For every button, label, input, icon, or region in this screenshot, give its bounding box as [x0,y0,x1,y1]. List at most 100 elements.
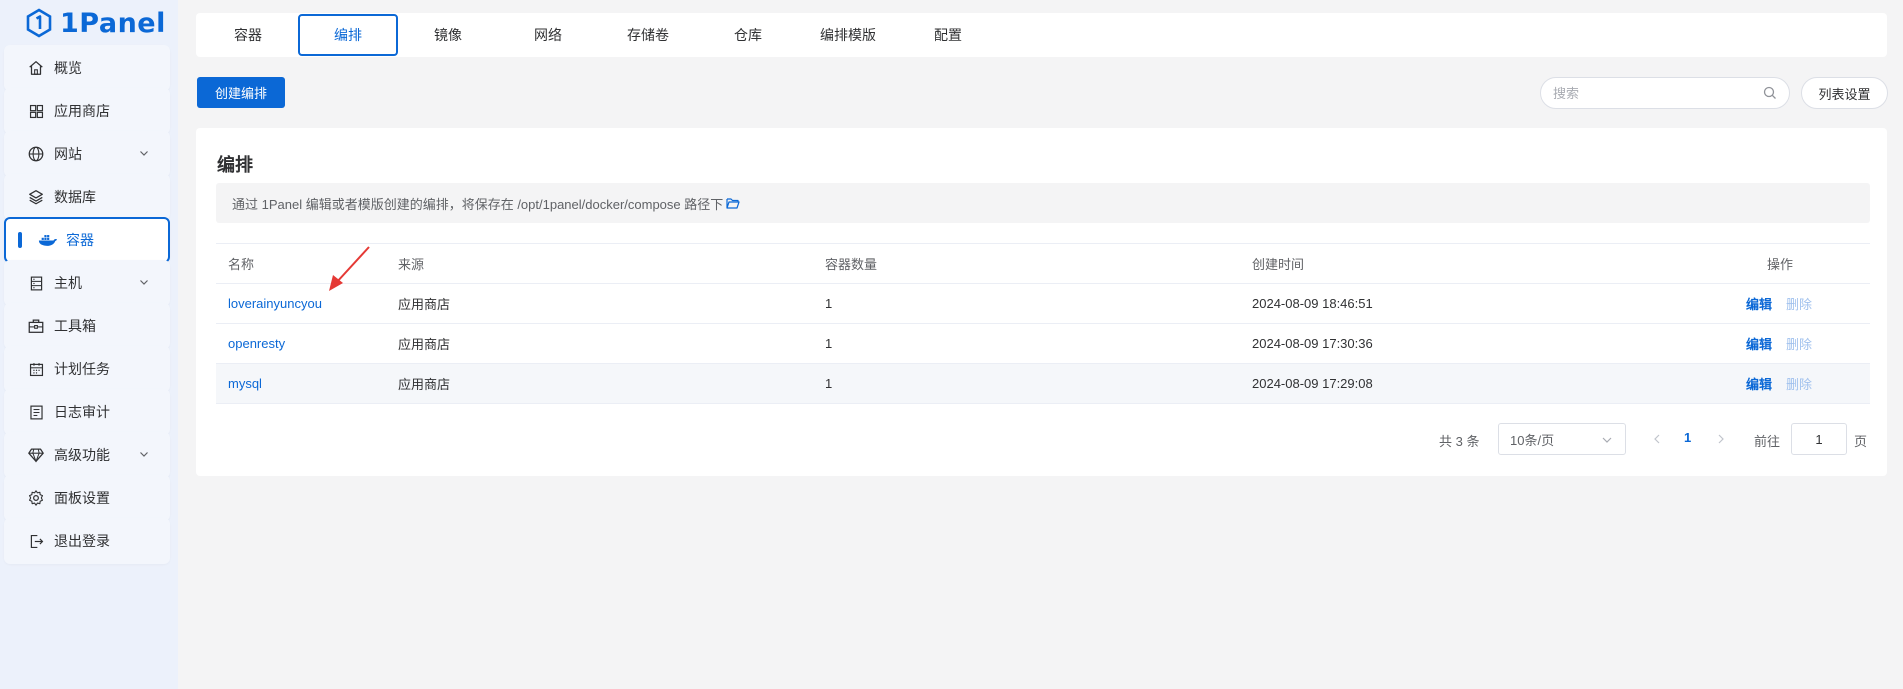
sidebar-item-label: 面板设置 [54,490,110,506]
grid-icon [26,101,46,121]
sidebar-item[interactable]: 网站 [4,131,170,177]
table-header-row: 名称 来源 容器数量 创建时间 操作 [216,243,1870,284]
sidebar-item[interactable]: 容器 [4,217,170,263]
1panel-logo-icon [26,8,52,38]
tab[interactable]: 仓库 [698,14,798,56]
compose-name-link[interactable]: loverainyuncyou [228,296,322,311]
logout-icon [26,531,46,551]
container-count-cell: 1 [813,363,1240,404]
compose-table: 名称 来源 容器数量 创建时间 操作 loverainyuncyou 应用商店 1 2… [216,243,1870,404]
page-suffix: 页 [1854,434,1868,449]
actions-cell: 编辑 删除 [1690,283,1870,324]
delete-button[interactable]: 删除 [1786,337,1812,352]
sidebar: 1Panel 概览应用商店网站数据库容器主机工具箱计划任务日志审计高级功能面板设… [0,0,178,689]
tab[interactable]: 网络 [498,14,598,56]
actions-cell: 编辑 删除 [1690,363,1870,404]
chevron-down-icon[interactable] [138,147,150,159]
sidebar-item-label: 应用商店 [54,103,110,119]
sidebar-item[interactable]: 日志审计 [4,389,170,435]
chevron-down-icon[interactable] [138,276,150,288]
table-row: loverainyuncyou 应用商店 1 2024-08-09 18:46:51 编… [216,283,1870,324]
column-header-created[interactable]: 创建时间 [1240,243,1690,284]
created-time-cell: 2024-08-09 18:46:51 [1240,283,1690,324]
folder-open-icon[interactable] [726,197,740,209]
tab[interactable]: 编排模版 [798,14,898,56]
container-count-cell: 1 [813,323,1240,364]
goto-page-input[interactable]: 1 [1791,423,1847,455]
sidebar-item-label: 概览 [54,60,82,76]
sidebar-item-label: 退出登录 [54,533,110,549]
tab[interactable]: 镜像 [398,14,498,56]
globe-icon [26,144,46,164]
server-icon [26,273,46,293]
container-count-cell: 1 [813,283,1240,324]
compose-name-link[interactable]: openresty [228,336,285,351]
page-size-select[interactable]: 10条/页 [1498,423,1626,455]
log-icon [26,402,46,422]
sidebar-item[interactable]: 概览 [4,45,170,91]
column-header-actions: 操作 [1690,243,1870,284]
chevron-down-icon[interactable] [138,448,150,460]
search-icon[interactable] [1763,86,1777,100]
sidebar-item[interactable]: 应用商店 [4,88,170,134]
source-cell: 应用商店 [386,283,813,324]
calendar-icon [26,359,46,379]
sidebar-item[interactable]: 主机 [4,260,170,306]
column-header-count: 容器数量 [813,243,1240,284]
tab[interactable]: 容器 [198,14,298,56]
column-header-source: 来源 [386,243,813,284]
goto-label: 前往 [1754,434,1781,449]
actions-cell: 编辑 删除 [1690,323,1870,364]
compose-name-cell: mysql [216,363,386,404]
table-row: mysql 应用商店 1 2024-08-09 17:29:08 编辑 删除 [216,363,1870,404]
docker-icon [38,230,58,250]
layers-icon [26,187,46,207]
create-compose-button[interactable]: 创建编排 [197,77,285,108]
notice-text: 通过 1Panel 编辑或者模版创建的编排，将保存在 /opt/1panel/d… [232,196,724,212]
tab[interactable]: 存储卷 [598,14,698,56]
list-settings-button[interactable]: 列表设置 [1801,77,1888,109]
sidebar-item[interactable]: 工具箱 [4,303,170,349]
page-number[interactable]: 1 [1684,430,1691,445]
panel-title: 编排 [217,155,253,175]
source-cell: 应用商店 [386,363,813,404]
logo-text: 1Panel [60,7,166,39]
total-count: 共 3 条 [1439,434,1480,449]
sidebar-item[interactable]: 面板设置 [4,475,170,521]
container-tabs: 容器 编排 镜像 网络 存储卷 仓库 编排模版 配置 [196,13,1887,57]
edit-button[interactable]: 编辑 [1746,337,1772,352]
edit-button[interactable]: 编辑 [1746,377,1772,392]
next-page-icon[interactable] [1716,433,1726,445]
sidebar-item-label: 工具箱 [54,318,96,334]
source-cell: 应用商店 [386,323,813,364]
tab[interactable]: 编排 [298,14,398,56]
sidebar-item-label: 容器 [66,232,94,248]
path-notice: 通过 1Panel 编辑或者模版创建的编排，将保存在 /opt/1panel/d… [216,183,1870,223]
sidebar-item-label: 主机 [54,275,82,291]
pagination: 共 3 条 10条/页 1 前往 1 页 [196,423,1887,455]
sidebar-item[interactable]: 数据库 [4,174,170,220]
tab[interactable]: 配置 [898,14,998,56]
sidebar-item[interactable]: 高级功能 [4,432,170,478]
search-input[interactable] [1553,85,1763,101]
delete-button[interactable]: 删除 [1786,377,1812,392]
delete-button[interactable]: 删除 [1786,297,1812,312]
compose-panel: 编排 通过 1Panel 编辑或者模版创建的编排，将保存在 /opt/1pane… [196,128,1887,476]
sidebar-item-label: 计划任务 [54,361,110,377]
sidebar-item-label: 网站 [54,146,82,162]
edit-button[interactable]: 编辑 [1746,297,1772,312]
compose-name-link[interactable]: mysql [228,376,262,391]
created-time-cell: 2024-08-09 17:29:08 [1240,363,1690,404]
chevron-down-icon [1602,437,1612,443]
annotation-arrow-icon [329,246,370,291]
sidebar-item[interactable]: 退出登录 [4,518,170,564]
table-row: openresty 应用商店 1 2024-08-09 17:30:36 编辑 删除 [216,323,1870,364]
compose-name-cell: openresty [216,323,386,364]
diamond-icon [26,445,46,465]
sidebar-item[interactable]: 计划任务 [4,346,170,392]
logo[interactable]: 1Panel [24,6,166,40]
search-box[interactable] [1540,77,1790,109]
page-size-value: 10条/页 [1510,432,1555,448]
sidebar-item-label: 高级功能 [54,447,110,463]
prev-page-icon[interactable] [1652,433,1662,445]
